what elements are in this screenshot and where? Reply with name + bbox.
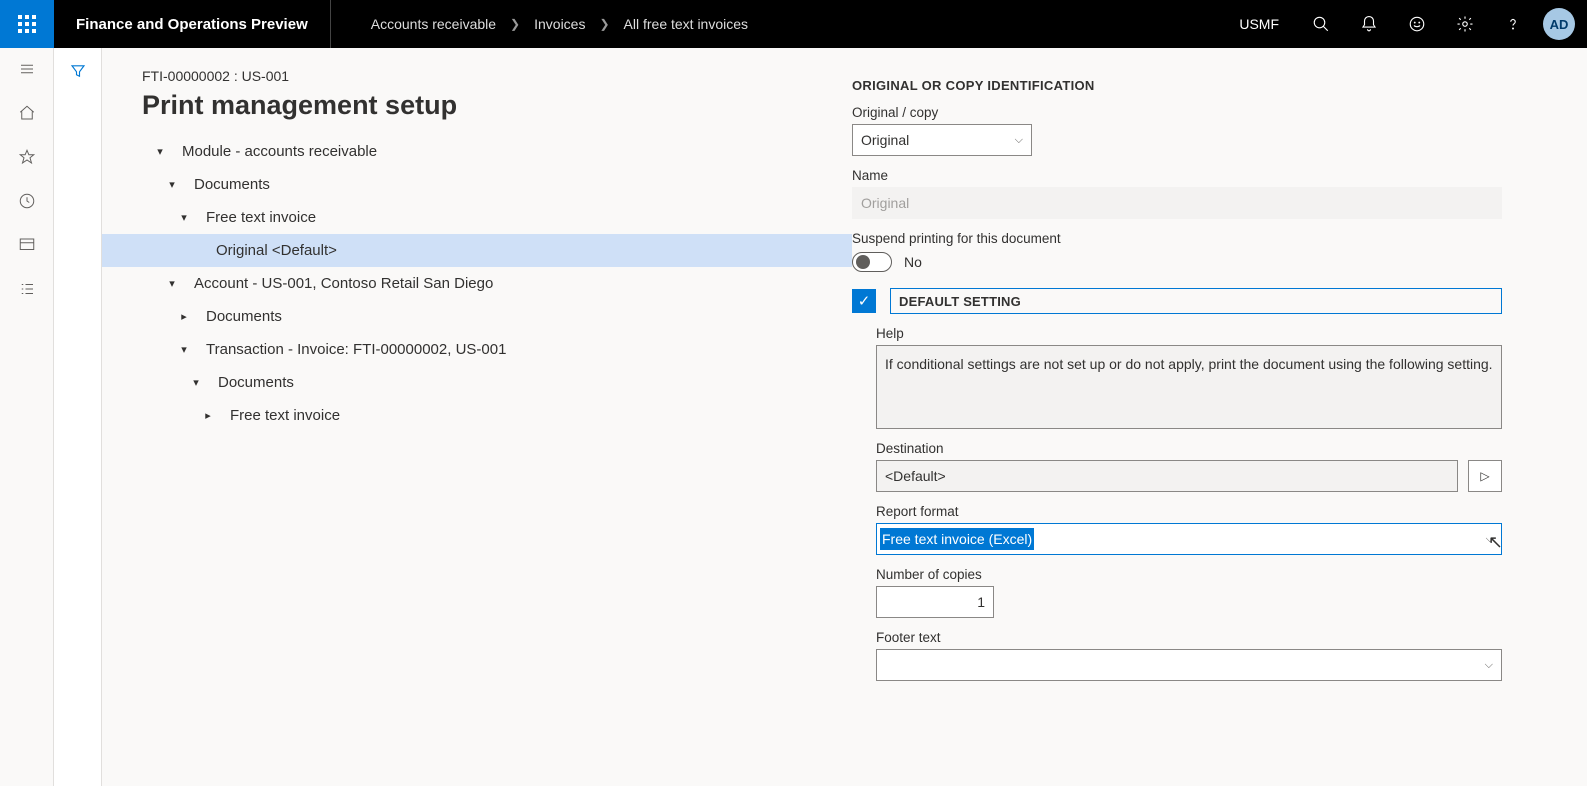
tree-label: Free text invoice xyxy=(192,209,316,226)
app-launcher-button[interactable] xyxy=(0,0,54,48)
filter-icon[interactable] xyxy=(69,62,87,786)
destination-configure-button[interactable]: ▷ xyxy=(1468,460,1502,492)
tree-arrow-right-icon: ▸ xyxy=(176,310,192,323)
tree-arrow-down-icon: ▾ xyxy=(176,211,192,224)
tree-label: Documents xyxy=(192,308,282,325)
tree-label: Documents xyxy=(180,176,270,193)
help-text: If conditional settings are not set up o… xyxy=(876,345,1502,429)
report-format-label: Report format xyxy=(876,504,1502,519)
star-icon[interactable] xyxy=(16,146,38,168)
smile-icon[interactable] xyxy=(1393,0,1441,48)
tree-node-documents-transaction[interactable]: ▾ Documents xyxy=(102,366,852,399)
original-copy-value: Original xyxy=(861,132,909,148)
default-setting-checkbox[interactable]: ✓ xyxy=(852,289,876,313)
tree-label: Documents xyxy=(204,374,294,391)
chevron-right-icon: ❯ xyxy=(599,17,609,31)
tree-node-transaction[interactable]: ▾ Transaction - Invoice: FTI-00000002, U… xyxy=(102,333,852,366)
breadcrumb-item[interactable]: Accounts receivable xyxy=(371,16,496,32)
workspace-icon[interactable] xyxy=(16,234,38,256)
chevron-right-icon: ❯ xyxy=(510,17,520,31)
tree-arrow-down-icon: ▾ xyxy=(188,376,204,389)
chevron-down-icon: ⌵ xyxy=(1485,659,1493,672)
tree-arrow-down-icon: ▾ xyxy=(164,178,180,191)
tree-label: Account - US-001, Contoso Retail San Die… xyxy=(180,275,493,292)
tree-arrow-down-icon: ▾ xyxy=(176,343,192,356)
hamburger-icon[interactable] xyxy=(16,58,38,80)
copies-label: Number of copies xyxy=(876,567,1502,582)
breadcrumb-item[interactable]: All free text invoices xyxy=(624,16,749,32)
recent-icon[interactable] xyxy=(16,190,38,212)
tree-label: Original <Default> xyxy=(210,242,337,259)
tree-label: Module - accounts receivable xyxy=(168,143,377,160)
play-icon: ▷ xyxy=(1480,469,1489,483)
suspend-value: No xyxy=(904,254,922,270)
page-title: Print management setup xyxy=(102,84,852,135)
suspend-toggle[interactable] xyxy=(852,252,892,272)
record-identifier: FTI-00000002 : US-001 xyxy=(102,68,852,84)
footer-label: Footer text xyxy=(876,630,1502,645)
breadcrumb-item[interactable]: Invoices xyxy=(534,16,585,32)
original-copy-select[interactable]: Original ⌵ xyxy=(852,124,1032,156)
tree-node-module[interactable]: ▾ Module - accounts receivable xyxy=(102,135,852,168)
help-label: Help xyxy=(876,326,1502,341)
app-title: Finance and Operations Preview xyxy=(54,0,331,48)
tree-node-original-default[interactable]: Original <Default> xyxy=(102,234,852,267)
bell-icon[interactable] xyxy=(1345,0,1393,48)
section-caption-original: ORIGINAL OR COPY IDENTIFICATION xyxy=(852,78,1502,93)
name-value: Original xyxy=(861,195,909,211)
copies-input[interactable]: 1 xyxy=(876,586,994,618)
destination-value: <Default> xyxy=(885,468,946,484)
tree-node-documents-account[interactable]: ▸ Documents xyxy=(102,300,852,333)
home-icon[interactable] xyxy=(16,102,38,124)
report-format-select[interactable]: Free text invoice (Excel) ⌵ ↖ xyxy=(876,523,1502,555)
modules-icon[interactable] xyxy=(16,278,38,300)
copies-value: 1 xyxy=(977,594,985,610)
tree-arrow-right-icon: ▸ xyxy=(200,409,216,422)
help-icon[interactable] xyxy=(1489,0,1537,48)
destination-label: Destination xyxy=(876,441,1502,456)
tree-node-account[interactable]: ▾ Account - US-001, Contoso Retail San D… xyxy=(102,267,852,300)
tree-arrow-down-icon: ▾ xyxy=(152,145,168,158)
tree-label: Transaction - Invoice: FTI-00000002, US-… xyxy=(192,341,506,358)
tree-node-free-text-invoice-trans[interactable]: ▸ Free text invoice xyxy=(102,399,852,432)
report-format-value: Free text invoice (Excel) xyxy=(880,528,1034,550)
suspend-label: Suspend printing for this document xyxy=(852,231,1502,246)
breadcrumb: Accounts receivable ❯ Invoices ❯ All fre… xyxy=(331,16,748,32)
original-copy-label: Original / copy xyxy=(852,105,1502,120)
tree-arrow-down-icon: ▾ xyxy=(164,277,180,290)
name-label: Name xyxy=(852,168,1502,183)
name-field: Original xyxy=(852,187,1502,219)
destination-input[interactable]: <Default> xyxy=(876,460,1458,492)
default-setting-heading: DEFAULT SETTING xyxy=(890,288,1502,314)
search-icon[interactable] xyxy=(1297,0,1345,48)
chevron-down-icon: ⌵ xyxy=(1486,533,1500,546)
gear-icon[interactable] xyxy=(1441,0,1489,48)
tree-node-free-text-invoice[interactable]: ▾ Free text invoice xyxy=(102,201,852,234)
footer-text-select[interactable]: ⌵ xyxy=(876,649,1502,681)
tree-node-documents[interactable]: ▾ Documents xyxy=(102,168,852,201)
tree-label: Free text invoice xyxy=(216,407,340,424)
chevron-down-icon: ⌵ xyxy=(1015,134,1023,147)
avatar[interactable]: AD xyxy=(1543,8,1575,40)
company-picker[interactable]: USMF xyxy=(1221,16,1297,32)
waffle-icon xyxy=(18,15,36,33)
